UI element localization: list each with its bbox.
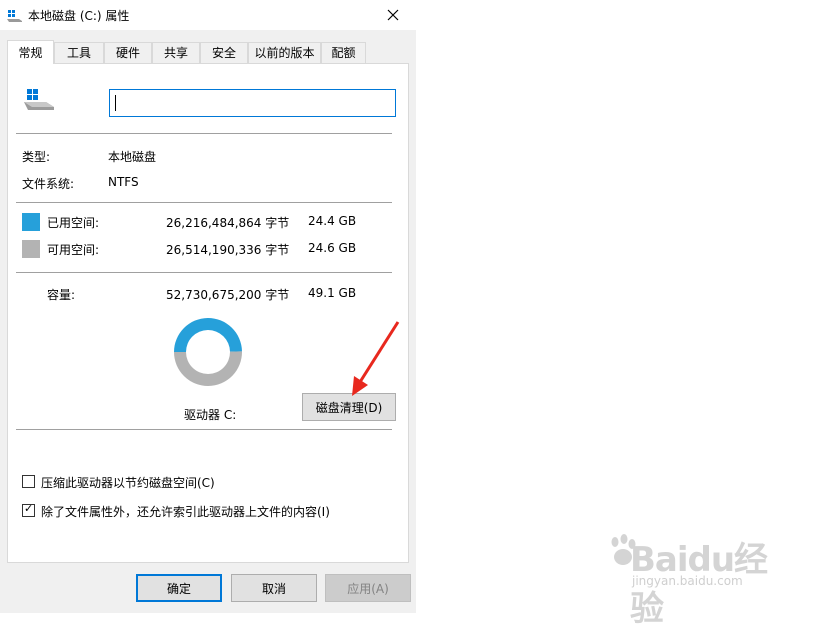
tab-general[interactable]: 常规 — [7, 40, 54, 64]
divider — [16, 429, 392, 430]
type-label: 类型: — [22, 150, 51, 164]
tab-tools[interactable]: 工具 — [54, 42, 104, 63]
used-space-swatch — [22, 213, 40, 231]
divider — [16, 272, 392, 273]
free-space-swatch — [22, 240, 40, 258]
drive-large-icon — [24, 88, 56, 115]
tab-security[interactable]: 安全 — [200, 42, 248, 63]
close-button[interactable] — [370, 0, 416, 30]
close-icon — [387, 9, 399, 21]
text-caret — [115, 95, 116, 111]
annotation-arrow — [352, 321, 400, 396]
general-panel: 类型: 本地磁盘 文件系统: NTFS 已用空间: 26,216,484,864… — [7, 63, 409, 563]
ok-button[interactable]: 确定 — [136, 574, 222, 602]
check-mark-icon: ✓ — [24, 502, 34, 515]
drive-icon — [7, 9, 23, 26]
window-title: 本地磁盘 (C:) 属性 — [28, 9, 130, 23]
filesystem-value: NTFS — [108, 175, 139, 189]
properties-dialog: 本地磁盘 (C:) 属性 常规 工具 硬件 共享 安全 以前的版本 配额 类型:… — [0, 0, 416, 613]
tab-hardware[interactable]: 硬件 — [104, 42, 152, 63]
baidu-watermark: Baidu经验 jingyan.baidu.com — [600, 520, 790, 629]
index-checkbox[interactable]: ✓ — [22, 502, 35, 517]
donut-free-segment — [174, 351, 242, 387]
donut-used-segment — [174, 318, 242, 352]
title-bar: 本地磁盘 (C:) 属性 — [0, 0, 416, 30]
tab-sharing[interactable]: 共享 — [152, 42, 200, 63]
capacity-gb: 49.1 GB — [308, 286, 357, 300]
free-space-gb: 24.6 GB — [308, 241, 357, 255]
type-value: 本地磁盘 — [108, 150, 157, 164]
divider — [16, 202, 392, 203]
drive-label: 驱动器 C: — [184, 408, 237, 422]
divider — [16, 133, 392, 134]
apply-button[interactable]: 应用(A) — [325, 574, 411, 602]
tab-previous-versions[interactable]: 以前的版本 — [248, 42, 321, 63]
capacity-bytes: 52,730,675,200 字节 — [166, 288, 290, 302]
used-space-label: 已用空间: — [47, 216, 100, 230]
compress-checkbox[interactable] — [22, 475, 35, 488]
watermark-url: jingyan.baidu.com — [632, 574, 743, 588]
used-space-bytes: 26,216,484,864 字节 — [166, 216, 290, 230]
compress-label[interactable]: 压缩此驱动器以节约磁盘空间(C) — [41, 474, 215, 491]
used-space-gb: 24.4 GB — [308, 214, 357, 228]
cancel-button[interactable]: 取消 — [231, 574, 317, 602]
tab-quota[interactable]: 配额 — [321, 42, 366, 63]
free-space-label: 可用空间: — [47, 243, 100, 257]
index-label[interactable]: 除了文件属性外，还允许索引此驱动器上文件的内容(I) — [41, 503, 330, 520]
disk-usage-donut — [174, 318, 242, 387]
free-space-bytes: 26,514,190,336 字节 — [166, 243, 290, 257]
capacity-label: 容量: — [47, 288, 76, 302]
filesystem-label: 文件系统: — [22, 177, 75, 191]
volume-name-input[interactable] — [109, 89, 396, 117]
